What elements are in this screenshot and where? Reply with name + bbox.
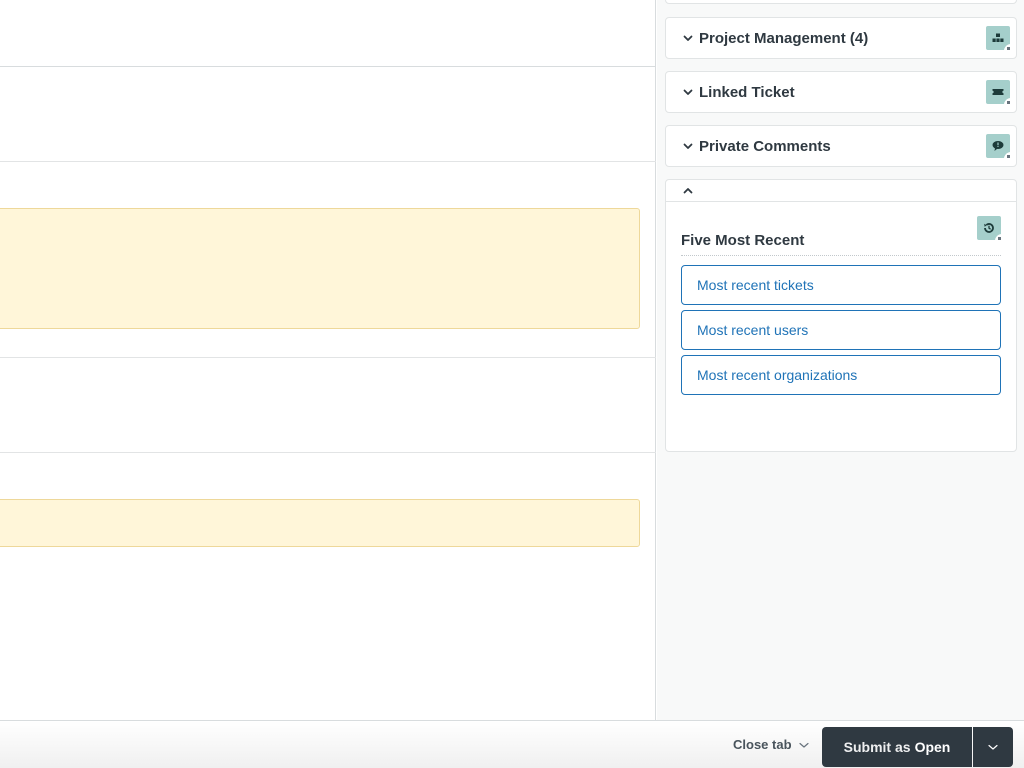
chevron-down-icon — [682, 32, 694, 44]
history-icon — [977, 216, 1002, 241]
app-card-private-comments: Private Comments — [665, 125, 1017, 167]
comment-icon — [986, 134, 1011, 159]
submit-status: Open — [914, 739, 951, 755]
apps-sidebar: Project Management (4) Linked Ticket Pri… — [657, 0, 1024, 720]
most-recent-organizations-button[interactable]: Most recent organizations — [681, 355, 1001, 395]
chevron-down-icon — [798, 742, 809, 748]
five-most-recent-title-row: Five Most Recent — [681, 216, 1002, 256]
most-recent-tickets-button[interactable]: Most recent tickets — [681, 265, 1001, 305]
ticket-icon — [986, 80, 1011, 105]
submit-prefix: Submit as — [843, 739, 911, 755]
app-card-title: Linked Ticket — [699, 83, 795, 101]
submit-button-group: Submit as Open — [822, 727, 1013, 767]
app-card-partial — [665, 0, 1017, 4]
app-card-five-most-recent: Five Most Recent Most recent tickets Mos… — [665, 179, 1017, 452]
chevron-down-icon — [988, 744, 998, 750]
chevron-down-icon — [682, 140, 694, 152]
chevron-down-icon — [682, 86, 694, 98]
submit-button[interactable]: Submit as Open — [822, 727, 972, 767]
app-card-title: Project Management (4) — [699, 29, 869, 47]
app-card-linked-ticket: Linked Ticket — [665, 71, 1017, 113]
hierarchy-icon — [986, 26, 1011, 51]
app-card-header[interactable]: Linked Ticket — [666, 72, 1016, 112]
submit-options-button[interactable] — [973, 727, 1013, 767]
app-card-header[interactable]: Project Management (4) — [666, 18, 1016, 58]
close-tab-dropdown[interactable]: Close tab — [733, 737, 810, 752]
app-card-header[interactable] — [666, 180, 1016, 202]
divider — [0, 357, 656, 358]
most-recent-users-button[interactable]: Most recent users — [681, 310, 1001, 350]
chevron-up-icon — [682, 185, 694, 197]
five-most-recent-body: Five Most Recent Most recent tickets Mos… — [666, 202, 1016, 395]
close-tab-label: Close tab — [733, 737, 792, 752]
divider — [0, 452, 656, 453]
divider — [0, 66, 656, 67]
app-title: Five Most Recent — [681, 232, 805, 249]
ticket-footer: Close tab Submit as Open — [0, 720, 1024, 768]
ticket-main-pane — [0, 0, 656, 720]
divider — [0, 161, 656, 162]
app-card-project-management: Project Management (4) — [665, 17, 1017, 59]
app-card-header[interactable]: Private Comments — [666, 126, 1016, 166]
internal-note-box[interactable] — [0, 208, 640, 329]
app-card-title: Private Comments — [699, 137, 831, 155]
internal-note-box[interactable] — [0, 499, 640, 547]
ticket-workspace: Project Management (4) Linked Ticket Pri… — [0, 0, 1024, 768]
